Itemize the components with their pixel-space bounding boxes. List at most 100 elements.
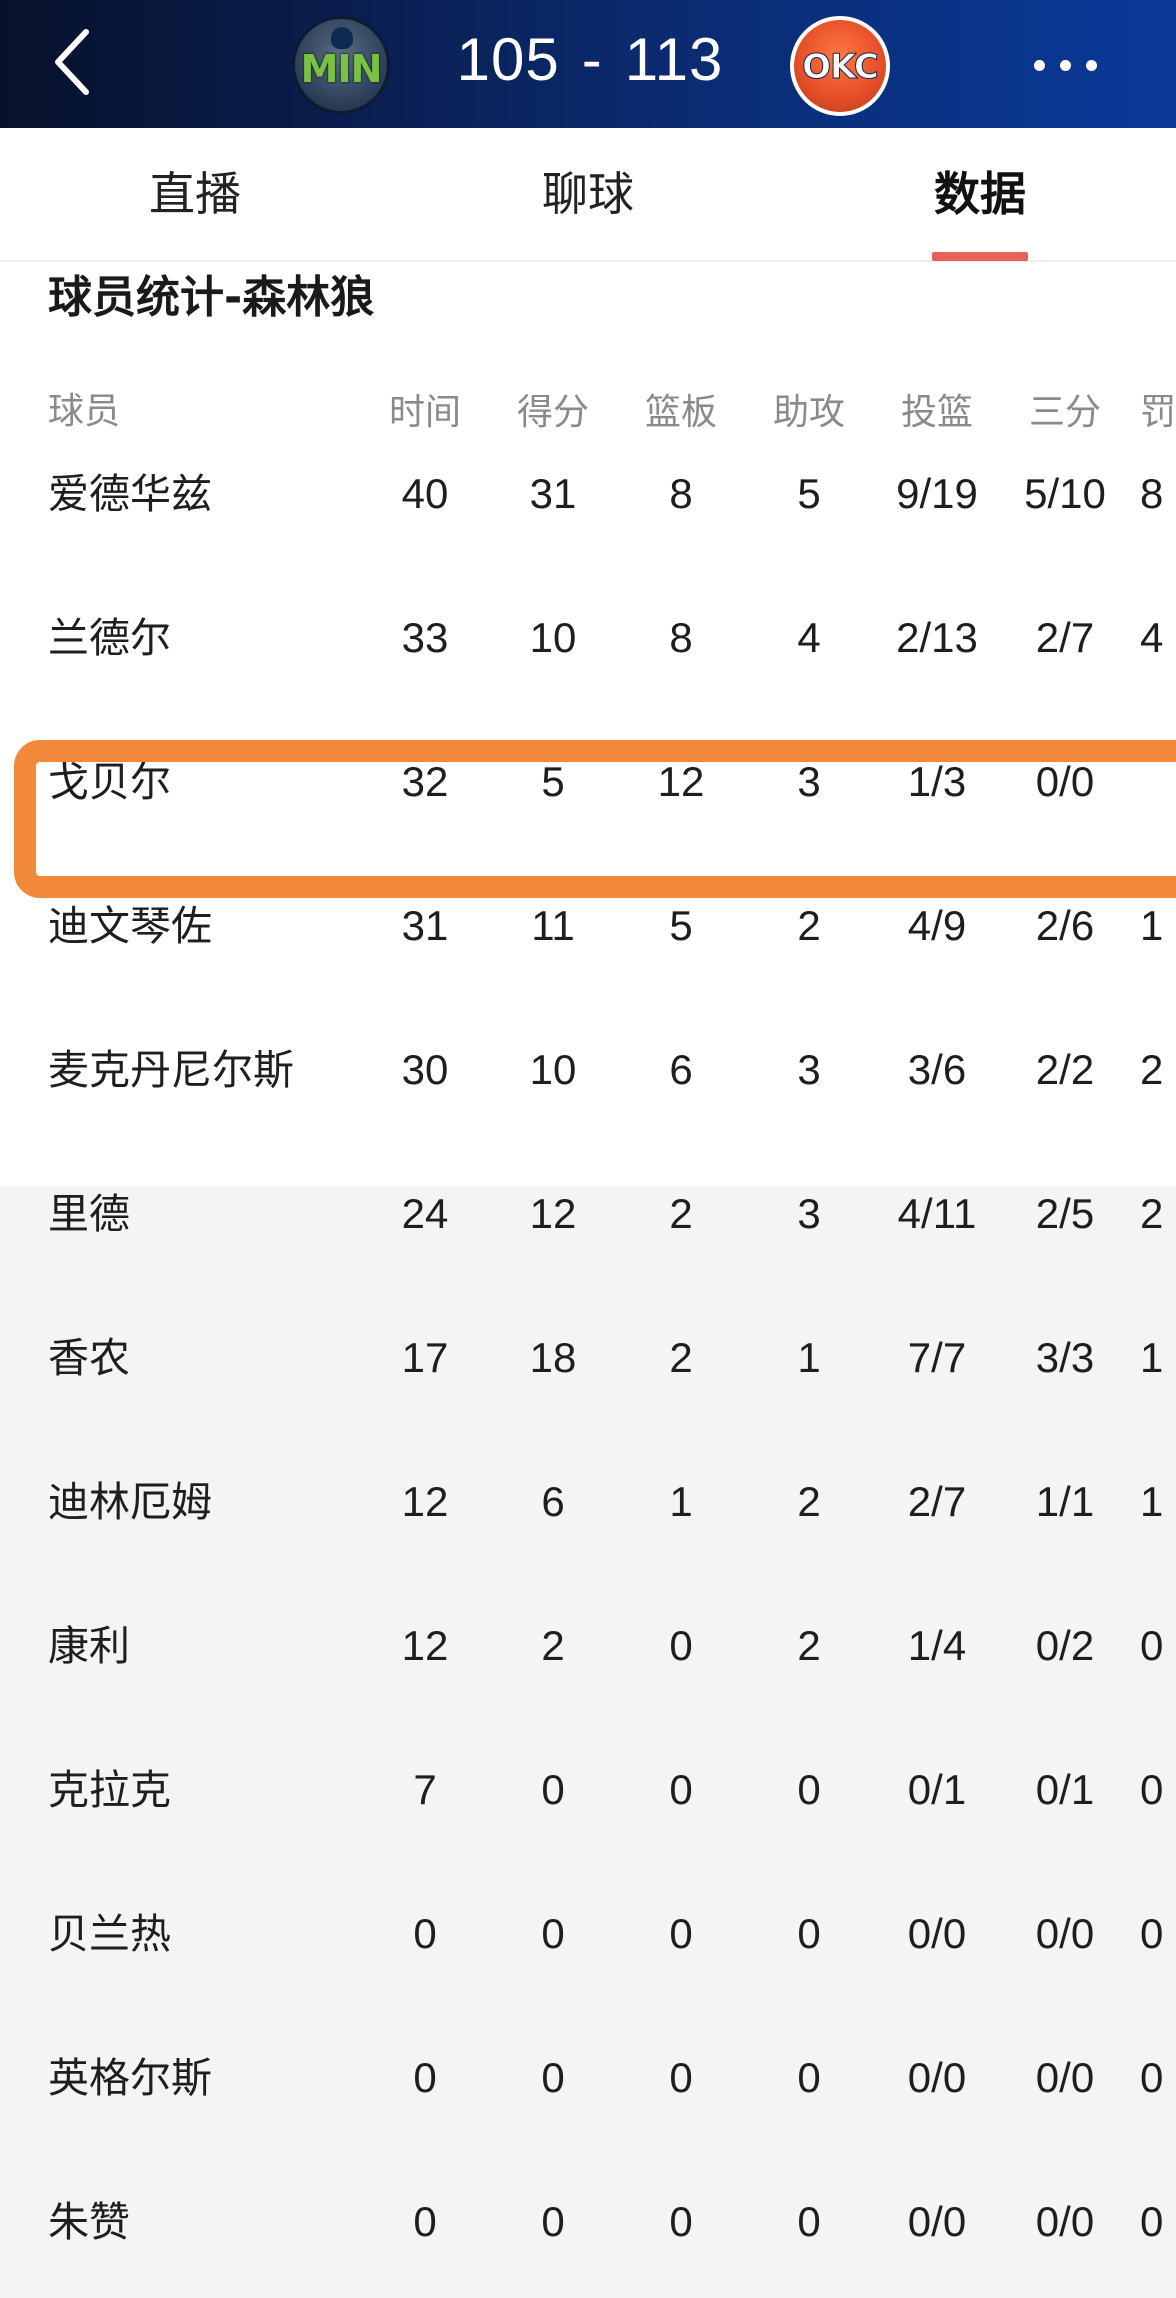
table-row[interactable]: 兰德尔 33 10 8 4 2/13 2/7 4 bbox=[0, 566, 1176, 710]
free-throws-cell: 0 bbox=[1140, 2054, 1164, 2101]
three-pointers-cell: 0/0 bbox=[1035, 2198, 1095, 2245]
points-cell: 18 bbox=[529, 1334, 577, 1381]
game-header: MIN 105-113 OKC bbox=[0, 0, 1176, 128]
assists-cell: 2 bbox=[797, 1622, 821, 1669]
points-cell: 0 bbox=[541, 1910, 565, 1957]
home-team-abbr: MIN bbox=[300, 47, 383, 91]
player-name-cell[interactable]: 克拉克 bbox=[48, 1718, 171, 1862]
points-cell: 11 bbox=[531, 902, 575, 949]
field-goals-cell: 7/7 bbox=[907, 1334, 967, 1381]
points-cell: 10 bbox=[529, 614, 577, 661]
table-row[interactable]: 英格尔斯 0 0 0 0 0/0 0/0 0 bbox=[0, 2006, 1176, 2150]
free-throws-cell bbox=[1140, 710, 1176, 854]
points-cell: 10 bbox=[529, 1046, 577, 1093]
player-name-cell[interactable]: 麦克丹尼尔斯 bbox=[48, 998, 294, 1142]
more-dots-icon bbox=[1060, 60, 1071, 71]
tab-live[interactable]: 直播 bbox=[130, 158, 260, 228]
rebounds-cell: 0 bbox=[669, 2198, 693, 2245]
rebounds-cell: 8 bbox=[669, 470, 693, 517]
away-team-logo[interactable]: OKC bbox=[790, 16, 890, 116]
player-name-cell[interactable]: 兰德尔 bbox=[48, 566, 171, 710]
more-dots-icon bbox=[1086, 60, 1097, 71]
player-name-cell[interactable]: 英格尔斯 bbox=[48, 2006, 212, 2150]
player-name-cell[interactable]: 戈贝尔 bbox=[48, 710, 171, 854]
rebounds-cell: 6 bbox=[669, 1046, 693, 1093]
minutes-cell: 31 bbox=[401, 902, 449, 949]
field-goals-cell: 3/6 bbox=[907, 1046, 967, 1093]
rebounds-cell: 0 bbox=[669, 1910, 693, 1957]
table-row[interactable]: 朱赞 0 0 0 0 0/0 0/0 0 bbox=[0, 2150, 1176, 2294]
more-button[interactable] bbox=[1030, 44, 1100, 84]
minutes-cell: 33 bbox=[401, 614, 449, 661]
field-goals-cell: 0/1 bbox=[907, 1766, 967, 1813]
assists-cell: 0 bbox=[797, 1766, 821, 1813]
three-pointers-cell: 5/10 bbox=[1024, 470, 1106, 517]
rebounds-cell: 8 bbox=[669, 614, 693, 661]
minutes-cell: 17 bbox=[401, 1334, 449, 1381]
player-name-cell[interactable]: 朱赞 bbox=[48, 2150, 130, 2294]
points-cell: 31 bbox=[529, 470, 577, 517]
home-team-logo[interactable]: MIN bbox=[292, 16, 390, 114]
rebounds-cell: 1 bbox=[669, 1478, 693, 1525]
points-cell: 12 bbox=[529, 1190, 577, 1237]
three-pointers-cell: 0/0 bbox=[1035, 758, 1095, 805]
player-stats-table[interactable]: 球员 时间 得分 篮板 助攻 投篮 三分 罚 爱德华兹 40 31 8 5 9/19 5/1… bbox=[0, 340, 1176, 2298]
table-row[interactable]: 香农 17 18 2 1 7/7 3/3 1 bbox=[0, 1286, 1176, 1430]
three-pointers-cell: 0/0 bbox=[1035, 2054, 1095, 2101]
table-row[interactable]: 克拉克 7 0 0 0 0/1 0/1 0 bbox=[0, 1718, 1176, 1862]
active-tab-indicator bbox=[932, 252, 1028, 261]
field-goals-cell: 2/7 bbox=[907, 1478, 967, 1525]
points-cell: 6 bbox=[541, 1478, 565, 1525]
table-row[interactable]: 迪林厄姆 12 6 1 2 2/7 1/1 1 bbox=[0, 1430, 1176, 1574]
rebounds-cell: 0 bbox=[669, 1622, 693, 1669]
field-goals-cell: 0/0 bbox=[907, 1910, 967, 1957]
home-score: 105 bbox=[456, 26, 560, 93]
player-name-cell[interactable]: 康利 bbox=[48, 1574, 130, 1718]
table-row[interactable]: 迪文琴佐 31 11 5 2 4/9 2/6 1 bbox=[0, 854, 1176, 998]
points-cell: 2 bbox=[541, 1622, 565, 1669]
logo-tree-shape bbox=[331, 27, 353, 49]
field-goals-cell: 1/3 bbox=[907, 758, 967, 805]
table-row[interactable]: 麦克丹尼尔斯 30 10 6 3 3/6 2/2 2 bbox=[0, 998, 1176, 1142]
section-title: 球员统计-森林狼 bbox=[48, 272, 375, 323]
assists-cell: 0 bbox=[797, 2198, 821, 2245]
table-row[interactable]: 爱德华兹 40 31 8 5 9/19 5/10 8 bbox=[0, 422, 1176, 566]
player-name-cell[interactable]: 香农 bbox=[48, 1286, 130, 1430]
table-row[interactable]: 里德 24 12 2 3 4/11 2/5 2 bbox=[0, 1142, 1176, 1286]
rebounds-cell: 0 bbox=[669, 1766, 693, 1813]
assists-cell: 2 bbox=[797, 902, 821, 949]
player-name-cell[interactable]: 迪文琴佐 bbox=[48, 854, 212, 998]
minutes-cell: 0 bbox=[413, 2054, 437, 2101]
assists-cell: 3 bbox=[797, 1190, 821, 1237]
player-name-cell[interactable]: 迪林厄姆 bbox=[48, 1430, 212, 1574]
table-row[interactable]: 戈贝尔 32 5 12 3 1/3 0/0 bbox=[0, 710, 1176, 854]
rebounds-cell: 0 bbox=[669, 2054, 693, 2101]
table-row[interactable]: 贝兰热 0 0 0 0 0/0 0/0 0 bbox=[0, 1862, 1176, 2006]
player-name-cell[interactable]: 贝兰热 bbox=[48, 1862, 171, 2006]
tab-chat[interactable]: 聊球 bbox=[523, 158, 653, 228]
free-throws-cell: 0 bbox=[1140, 1910, 1164, 1957]
back-button[interactable] bbox=[44, 22, 114, 102]
points-cell: 0 bbox=[541, 2054, 565, 2101]
table-row[interactable]: 康利 12 2 0 2 1/4 0/2 0 bbox=[0, 1574, 1176, 1718]
free-throws-cell: 2 bbox=[1140, 1190, 1164, 1237]
points-cell: 0 bbox=[541, 2198, 565, 2245]
field-goals-cell: 0/0 bbox=[907, 2198, 967, 2245]
assists-cell: 2 bbox=[797, 1478, 821, 1525]
free-throws-cell: 2 bbox=[1140, 1046, 1164, 1093]
field-goals-cell: 4/11 bbox=[897, 1190, 977, 1237]
free-throws-cell: 8 bbox=[1140, 470, 1164, 517]
player-name-cell[interactable]: 爱德华兹 bbox=[48, 422, 212, 566]
assists-cell: 0 bbox=[797, 2054, 821, 2101]
rebounds-cell: 2 bbox=[669, 1334, 693, 1381]
points-cell: 0 bbox=[541, 1766, 565, 1813]
three-pointers-cell: 0/0 bbox=[1035, 1910, 1095, 1957]
score-separator: - bbox=[581, 26, 603, 93]
tab-data[interactable]: 数据 bbox=[915, 158, 1045, 228]
tab-bar: 直播 聊球 数据 bbox=[0, 128, 1176, 262]
minutes-cell: 30 bbox=[401, 1046, 449, 1093]
minutes-cell: 0 bbox=[413, 2198, 437, 2245]
player-name-cell[interactable]: 里德 bbox=[48, 1142, 130, 1286]
assists-cell: 3 bbox=[797, 1046, 821, 1093]
three-pointers-cell: 0/2 bbox=[1035, 1622, 1095, 1669]
